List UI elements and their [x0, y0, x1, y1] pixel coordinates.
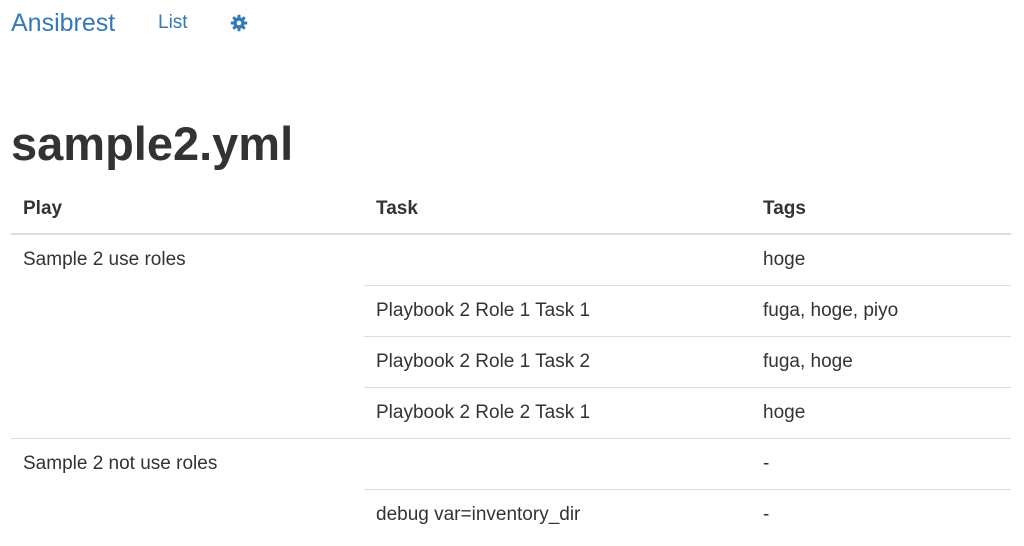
task-cell: Playbook 2 Role 1 Task 2 [364, 336, 751, 388]
play-cell: Sample 2 not use roles [11, 438, 364, 490]
tags-cell: hoge [751, 387, 1011, 439]
table-row: Sample 2 not use roles - [11, 438, 1011, 490]
play-cell [11, 286, 364, 337]
play-cell [11, 388, 364, 439]
tags-cell: fuga, hoge [751, 336, 1011, 388]
page-title: sample2.yml [11, 117, 294, 170]
play-cell [11, 337, 364, 388]
table-header-row: Play Task Tags [11, 184, 1011, 235]
play-cell [11, 490, 364, 541]
brand-link[interactable]: Ansibrest [11, 8, 115, 38]
task-cell: debug var=inventory_dir [364, 489, 751, 540]
task-cell: Playbook 2 Role 1 Task 1 [364, 285, 751, 337]
column-header-task: Task [364, 184, 751, 235]
playbook-table: Play Task Tags Sample 2 use roles hoge P… [11, 184, 1011, 540]
tags-cell: - [751, 489, 1011, 540]
table-row: debug var=inventory_dir - [11, 489, 1011, 541]
column-header-tags: Tags [751, 184, 1011, 235]
task-cell [364, 438, 751, 490]
tags-cell: fuga, hoge, piyo [751, 285, 1011, 337]
table-row: Playbook 2 Role 2 Task 1 hoge [11, 387, 1011, 439]
nav-list-link[interactable]: List [158, 11, 188, 35]
table-row: Playbook 2 Role 1 Task 2 fuga, hoge [11, 336, 1011, 388]
tags-cell: hoge [751, 233, 1011, 286]
play-cell: Sample 2 use roles [23, 249, 186, 271]
tags-cell: - [751, 438, 1011, 490]
column-header-play: Play [11, 184, 364, 235]
gear-icon[interactable] [230, 14, 248, 32]
task-cell [364, 233, 751, 286]
task-cell: Playbook 2 Role 2 Task 1 [364, 387, 751, 439]
table-row: Playbook 2 Role 1 Task 1 fuga, hoge, piy… [11, 285, 1011, 337]
navbar: Ansibrest List [0, 0, 1024, 48]
table-row: Sample 2 use roles hoge [11, 233, 1011, 286]
